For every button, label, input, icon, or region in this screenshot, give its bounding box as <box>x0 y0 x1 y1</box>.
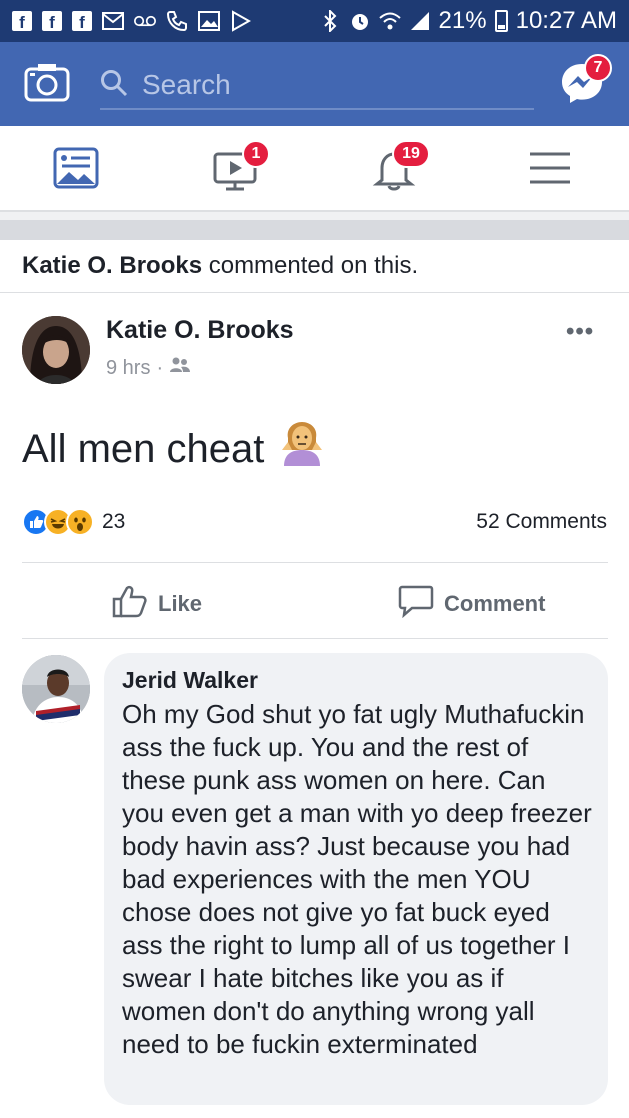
context-action: commented on this. <box>202 252 419 279</box>
story-context: Katie O. Brooks commented on this. <box>22 252 418 280</box>
divider <box>0 292 629 293</box>
post-time[interactable]: 9 hrs <box>106 357 150 380</box>
context-author-name[interactable]: Katie O. Brooks <box>22 252 202 279</box>
friends-icon <box>169 356 191 380</box>
avatar[interactable] <box>22 316 90 384</box>
battery-icon <box>494 10 508 32</box>
comment-bubble: Jerid Walker Oh my God shut yo fat ugly … <box>104 653 608 1105</box>
reaction-count: 23 <box>102 510 126 533</box>
comment-avatar[interactable] <box>22 655 90 723</box>
notifications-badge: 19 <box>392 140 430 168</box>
post-meta: 9 hrs · <box>106 356 191 380</box>
mail-icon <box>102 10 124 32</box>
facebook-notification-icon: f <box>12 11 32 31</box>
comment-author-name[interactable]: Jerid Walker <box>122 667 590 694</box>
video-icon <box>212 152 260 196</box>
status-time: 10:27 AM <box>515 7 617 34</box>
wifi-icon <box>378 10 401 32</box>
wow-reaction-icon <box>66 508 94 536</box>
like-icon <box>112 584 148 624</box>
menu-icon <box>526 152 574 196</box>
more-options-button[interactable]: ••• <box>566 318 594 346</box>
call-icon <box>166 10 188 32</box>
meta-separator: · <box>156 356 164 379</box>
status-notification-icons: f f f <box>12 10 252 32</box>
post-body: All men cheat <box>22 426 265 471</box>
comment-button[interactable]: Comment <box>398 584 545 624</box>
comment-text: Oh my God shut yo fat ugly Muthafuckin a… <box>122 699 592 1059</box>
signal-icon <box>409 10 431 32</box>
post-text: All men cheat <box>22 420 326 478</box>
comment-icon <box>398 584 434 624</box>
facebook-notification-icon: f <box>42 11 62 31</box>
notifications-icon <box>372 152 420 196</box>
like-label: Like <box>158 591 203 616</box>
top-navigation-bar: Search 7 <box>0 42 629 126</box>
search-placeholder: Search <box>142 69 231 100</box>
status-bar: f f f 21% 10:27 AM <box>0 0 629 42</box>
play-store-icon <box>230 10 252 32</box>
gallery-icon <box>198 10 220 32</box>
comments-count-link[interactable]: 52 Comments <box>476 510 607 534</box>
tab-video[interactable]: 1 <box>212 140 270 192</box>
bluetooth-icon <box>319 10 341 32</box>
camera-icon[interactable] <box>24 62 70 102</box>
messenger-badge: 7 <box>584 54 612 82</box>
messenger-icon[interactable]: 7 <box>558 54 612 108</box>
shrug-emoji-icon <box>278 420 326 478</box>
news-feed-icon <box>52 147 100 196</box>
tab-news-feed[interactable] <box>52 146 102 192</box>
divider <box>22 562 608 563</box>
feed-divider <box>0 212 629 240</box>
battery-percent: 21% <box>438 7 487 34</box>
search-icon <box>100 69 128 102</box>
status-system-icons: 21% 10:27 AM <box>319 7 617 35</box>
like-button[interactable]: Like <box>112 584 202 624</box>
comment-label: Comment <box>444 591 546 616</box>
tab-notifications[interactable]: 19 <box>372 140 430 192</box>
divider <box>22 638 608 639</box>
alarm-icon <box>349 10 371 32</box>
search-input[interactable]: Search <box>100 62 534 110</box>
reactions-summary[interactable]: 23 <box>22 508 125 536</box>
facebook-notification-icon: f <box>72 11 92 31</box>
video-badge: 1 <box>242 140 270 168</box>
tab-bar: 1 19 <box>0 126 629 212</box>
voicemail-icon <box>134 10 156 32</box>
post-author-name[interactable]: Katie O. Brooks <box>106 316 294 345</box>
tab-menu[interactable] <box>526 146 576 192</box>
